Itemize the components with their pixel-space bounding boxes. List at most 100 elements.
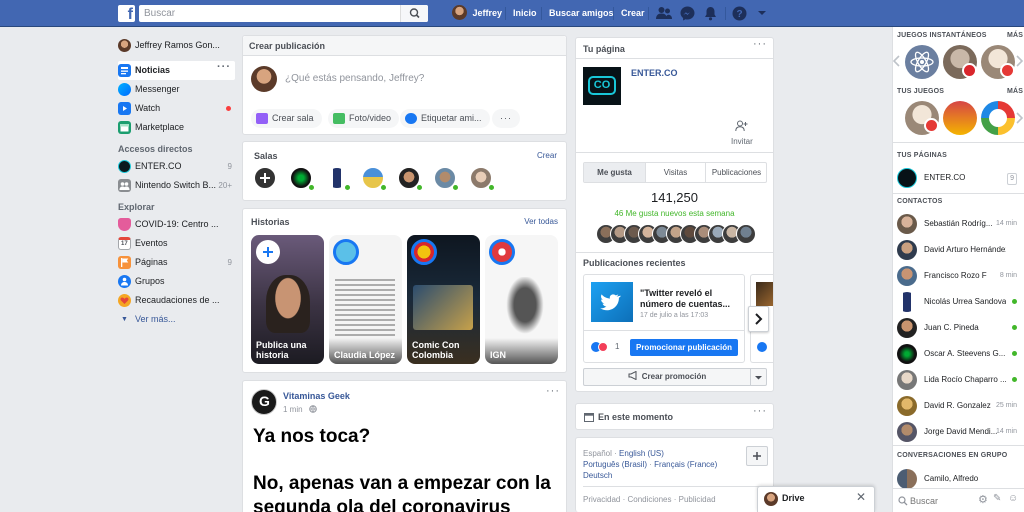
left-nav-item-watch[interactable]: Watch	[118, 99, 236, 118]
contact-avatar	[897, 344, 917, 364]
tab-visits[interactable]: Visitas	[645, 163, 706, 182]
carousel-next-button[interactable]	[748, 306, 769, 332]
contact-avatar	[897, 318, 917, 338]
contact-item[interactable]: David R. Gonzalez 25 min	[897, 393, 1021, 419]
more-options-icon[interactable]: ···	[217, 61, 231, 77]
explore-item-groups[interactable]: Grupos	[118, 272, 236, 291]
footer-link-privacy[interactable]: Privacidad	[583, 495, 620, 504]
whats-on-your-mind-input[interactable]: ¿Qué estás pensando, Jeffrey?	[285, 73, 424, 84]
language-link[interactable]: Français (France)	[654, 460, 717, 469]
tab-likes[interactable]: Me gusta	[584, 163, 645, 182]
shortcut-item-nintendo-switch[interactable]: Nintendo Switch B... 20+	[118, 176, 236, 195]
create-story-card[interactable]: Publica una historia	[251, 235, 324, 364]
explore-item-fundraisers[interactable]: Recaudaciones de ...	[118, 291, 236, 310]
instant-games-more[interactable]: MÁS	[1007, 32, 1023, 39]
left-nav-item-messenger[interactable]: Messenger	[118, 80, 236, 99]
contact-item[interactable]: Juan C. Pineda	[897, 315, 1021, 341]
tag-friends-button[interactable]: Etiquetar ami...	[400, 109, 490, 128]
footer-link-terms[interactable]: Condiciones	[627, 495, 671, 504]
create-promotion-button[interactable]: Crear promoción	[583, 368, 751, 386]
more-options-button[interactable]: ···	[492, 109, 520, 128]
recent-post-card[interactable]: "Twitter reveló el número de cuentas... …	[583, 274, 745, 363]
right-now-options-icon[interactable]: ···	[753, 405, 767, 417]
facebook-logo-icon[interactable]: f	[118, 5, 135, 22]
contact-item[interactable]: Francisco Rozo F 8 min	[897, 263, 1021, 289]
story-card[interactable]: IGN	[485, 235, 558, 364]
search-input[interactable]	[144, 6, 394, 21]
sidebar-page-item[interactable]: ENTER.CO 9	[897, 165, 1021, 191]
fan-avatar[interactable]	[736, 224, 756, 244]
your-page-title: Tu página	[583, 44, 625, 54]
contact-item[interactable]: Sebastián Rodríg... 14 min	[897, 211, 1021, 237]
create-room-link[interactable]: Crear	[537, 151, 557, 160]
footer-link-advertising[interactable]: Publicidad	[679, 495, 716, 504]
photo-video-button[interactable]: Foto/video	[328, 109, 400, 128]
game-react-icon[interactable]	[905, 45, 939, 79]
see-all-stories-link[interactable]: Ver todas	[524, 217, 558, 226]
language-link[interactable]: Português (Brasil)	[583, 460, 647, 469]
add-language-button[interactable]	[746, 446, 768, 466]
notifications-bell-icon[interactable]	[704, 6, 717, 21]
post-text-line: No, apenas van a empezar con la	[253, 473, 551, 494]
promote-post-button[interactable]: Promocionar publicación	[630, 339, 738, 356]
post-timestamp[interactable]: 1 min	[283, 405, 303, 414]
chevron-left-icon[interactable]	[893, 55, 901, 67]
chevron-right-icon[interactable]	[1015, 55, 1023, 67]
game-badge	[924, 118, 939, 133]
explore-item-pages[interactable]: Páginas 9	[118, 253, 236, 272]
sidebar-search-input[interactable]	[910, 493, 970, 508]
see-more-link[interactable]: ▼ Ver más...	[118, 310, 236, 329]
your-games-more[interactable]: MÁS	[1007, 88, 1023, 95]
close-icon[interactable]: ✕	[856, 490, 866, 504]
page-name-link[interactable]: ENTER.CO	[631, 68, 678, 78]
messenger-icon[interactable]	[680, 6, 695, 21]
contact-item[interactable]: David Arturo Hernández	[897, 237, 1021, 263]
reactions-count: 1	[615, 342, 620, 351]
contact-item[interactable]: Oscar A. Steevens G...	[897, 341, 1021, 367]
language-link[interactable]: English (US)	[619, 449, 664, 458]
contact-item[interactable]: Jorge David Mendi... 14 min	[897, 419, 1021, 445]
search-button[interactable]	[400, 5, 428, 22]
create-link[interactable]: Crear	[621, 0, 645, 27]
left-nav-profile[interactable]: Jeffrey Ramos Gon...	[118, 36, 236, 55]
contact-item[interactable]: Lida Rocío Chaparro ...	[897, 367, 1021, 393]
add-room-button[interactable]	[253, 166, 277, 190]
post-options-icon[interactable]: ···	[546, 385, 560, 397]
story-avatar-ring	[489, 239, 515, 265]
search-icon	[898, 496, 908, 506]
story-card[interactable]: Claudia López	[329, 235, 402, 364]
watch-icon	[118, 102, 131, 115]
drive-chat-tab[interactable]: Drive ✕	[757, 486, 875, 512]
your-game-icon[interactable]	[943, 101, 977, 135]
home-link[interactable]: Inicio	[513, 0, 537, 27]
create-room-button[interactable]: Crear sala	[251, 109, 322, 128]
profile-link[interactable]: Jeffrey	[452, 0, 502, 27]
language-link[interactable]: Deutsch	[583, 471, 612, 480]
new-group-icon[interactable]: ☺	[1008, 493, 1018, 504]
page-logo[interactable]: CO	[583, 67, 621, 105]
friend-requests-icon[interactable]	[656, 6, 672, 21]
explore-item-events[interactable]: 17 Eventos	[118, 234, 236, 253]
tab-posts[interactable]: Publicaciones	[706, 163, 767, 182]
gear-icon[interactable]: ⚙	[978, 493, 988, 506]
contacts-heading: CONTACTOS	[897, 198, 943, 205]
invite-label[interactable]: Invitar	[731, 137, 753, 146]
your-game-icon[interactable]	[981, 101, 1015, 135]
explore-item-covid-center[interactable]: COVID-19: Centro ...	[118, 215, 236, 234]
add-story-button[interactable]	[256, 240, 280, 264]
post-page-name[interactable]: Vitaminas Geek	[283, 391, 350, 401]
new-message-icon[interactable]: ✎	[993, 493, 1001, 504]
invite-icon[interactable]	[735, 120, 748, 132]
chevron-right-icon[interactable]	[1015, 112, 1023, 124]
left-nav-item-marketplace[interactable]: Marketplace	[118, 118, 236, 137]
left-nav-item-news-feed[interactable]: Noticias ···	[118, 61, 235, 80]
contact-item[interactable]: Nicolás Urrea Sandoval	[897, 289, 1021, 315]
page-avatar[interactable]: G	[251, 389, 277, 415]
story-card[interactable]: Comic Con Colombia	[407, 235, 480, 364]
find-friends-link[interactable]: Buscar amigos	[549, 0, 614, 27]
create-promotion-dropdown[interactable]	[751, 368, 767, 386]
shortcut-item-enterco[interactable]: ENTER.CO 9	[118, 157, 236, 176]
help-icon[interactable]: ?	[732, 6, 747, 21]
page-card-options-icon[interactable]: ···	[753, 38, 767, 50]
account-menu-chevron-down-icon[interactable]	[757, 10, 767, 17]
